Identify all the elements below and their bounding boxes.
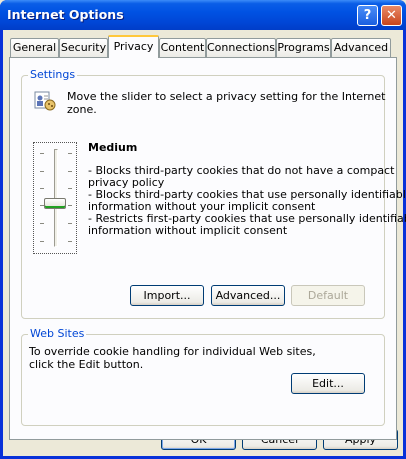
websites-group-label: Web Sites bbox=[28, 327, 87, 340]
slider-tick bbox=[68, 153, 72, 154]
tab-programs[interactable]: Programs bbox=[276, 38, 331, 57]
tab-content[interactable]: Content bbox=[159, 38, 206, 57]
edit-button[interactable]: Edit... bbox=[291, 373, 365, 394]
settings-intro-line2: zone. bbox=[67, 103, 97, 116]
privacy-tab-panel: Settings Move the slider to select a pri… bbox=[9, 57, 406, 440]
import-button[interactable]: Import... bbox=[130, 285, 204, 306]
slider-tick bbox=[68, 241, 72, 242]
slider-tick bbox=[68, 223, 72, 224]
slider-tick bbox=[40, 188, 44, 189]
privacy-slider[interactable] bbox=[33, 142, 77, 254]
tab-advanced[interactable]: Advanced bbox=[331, 38, 391, 57]
websites-group: Web Sites To override cookie handling fo… bbox=[21, 327, 385, 426]
tab-security[interactable]: Security bbox=[59, 38, 108, 57]
slider-tick bbox=[68, 171, 72, 172]
slider-tick bbox=[68, 188, 72, 189]
privacy-icon bbox=[34, 90, 56, 112]
help-icon: ? bbox=[363, 8, 372, 23]
privacy-description-line: information without implicit consent bbox=[88, 224, 288, 237]
slider-tick bbox=[40, 241, 44, 242]
privacy-level-title: Medium bbox=[88, 141, 138, 154]
tab-general[interactable]: General bbox=[10, 38, 59, 57]
tab-privacy[interactable]: Privacy bbox=[108, 35, 159, 58]
settings-intro-line1: Move the slider to select a privacy sett… bbox=[67, 90, 386, 103]
window-title: Internet Options bbox=[7, 7, 124, 22]
slider-tick bbox=[40, 223, 44, 224]
close-icon: ✕ bbox=[386, 8, 397, 23]
dialog-client: General Security Privacy Content Connect… bbox=[3, 30, 406, 456]
websites-text-line1: To override cookie handling for individu… bbox=[29, 345, 316, 358]
help-button[interactable]: ? bbox=[357, 5, 378, 26]
slider-tick bbox=[68, 205, 72, 206]
close-button[interactable]: ✕ bbox=[381, 5, 402, 26]
internet-options-window: Internet Options ? ✕ General Security Pr… bbox=[0, 0, 406, 459]
advanced-button[interactable]: Advanced... bbox=[211, 285, 285, 306]
tab-connections[interactable]: Connections bbox=[206, 38, 276, 57]
default-button[interactable]: Default bbox=[291, 285, 365, 306]
slider-tick bbox=[40, 171, 44, 172]
slider-tick bbox=[40, 153, 44, 154]
title-bar[interactable]: Internet Options ? ✕ bbox=[0, 0, 406, 30]
settings-group: Settings Move the slider to select a pri… bbox=[21, 68, 406, 319]
settings-group-label: Settings bbox=[28, 68, 78, 81]
websites-text-line2: click the Edit button. bbox=[29, 358, 144, 371]
slider-thumb[interactable] bbox=[44, 198, 66, 209]
